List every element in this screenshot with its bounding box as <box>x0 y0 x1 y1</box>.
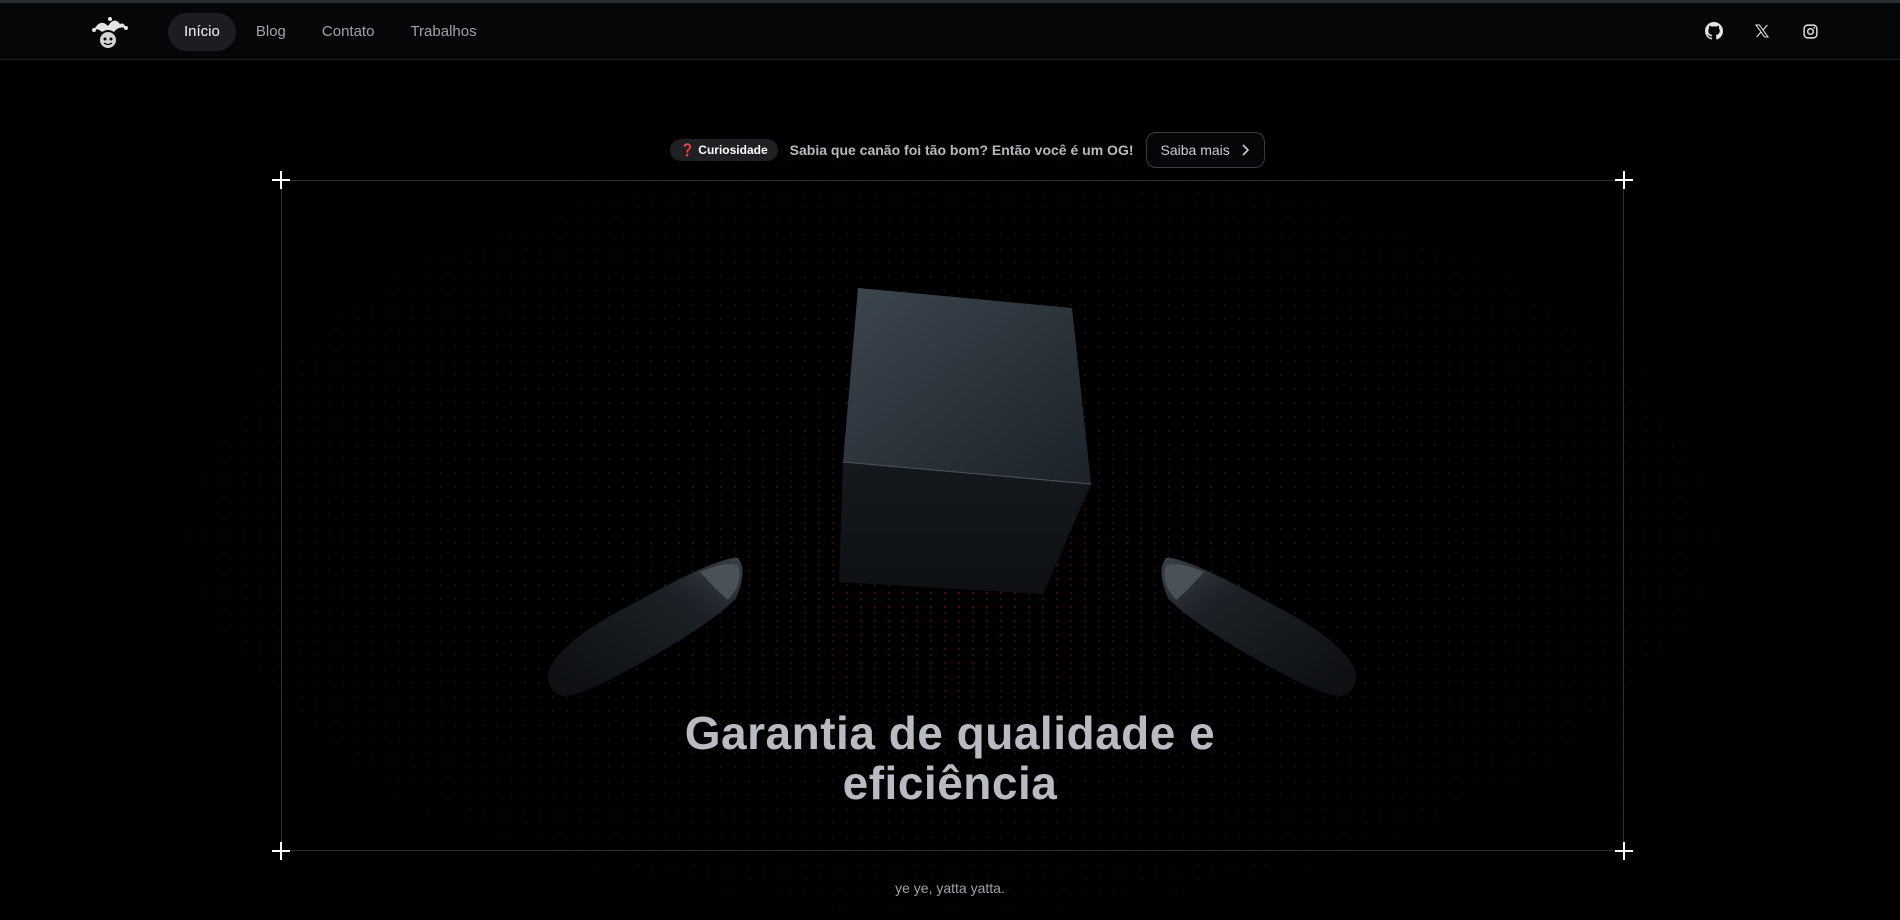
left-ring <box>547 557 743 697</box>
right-ring <box>1161 557 1357 697</box>
hero-headline: Garantia de qualidade e eficiência <box>600 708 1300 808</box>
hero-subtitle: ye ye, yatta yatta. <box>895 880 1005 896</box>
headline-line-1: Garantia de qualidade e <box>684 707 1216 759</box>
metal-cube <box>839 288 1092 594</box>
headline-line-2: eficiência <box>842 757 1058 809</box>
